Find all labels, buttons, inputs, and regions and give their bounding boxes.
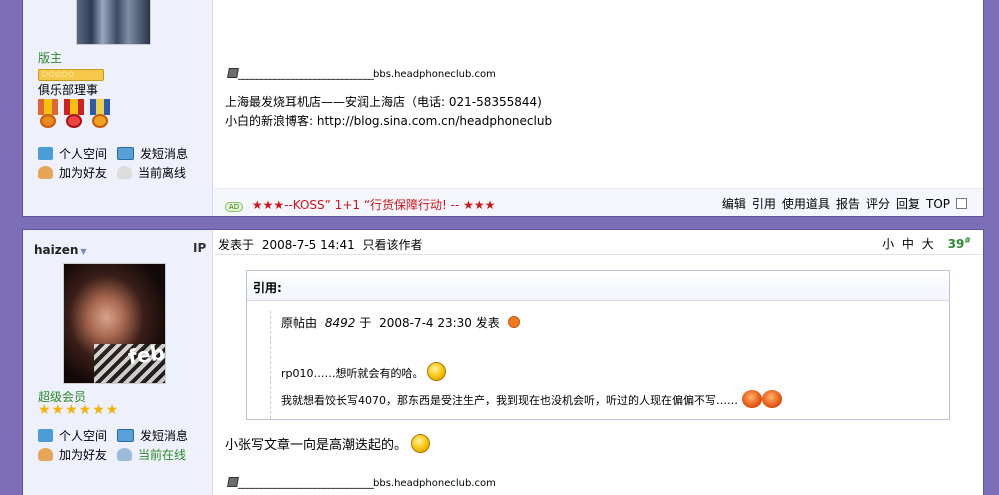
post-1-content: ______________________________bbs.headph… xyxy=(214,0,983,216)
online-user-icon xyxy=(117,448,132,461)
report-button[interactable]: 报告 xyxy=(836,197,860,211)
post-2-author-panel: haizen ▼ IP febr 超级会员 ★★★★★★ 个人空间 发短消息 加为… xyxy=(23,230,213,495)
quote-box: 引用: 原帖由 8492 于 2008-7-4 23:30 发表 rp010……… xyxy=(246,270,950,420)
reply-button[interactable]: 回复 xyxy=(896,197,920,211)
font-medium-button[interactable]: 中 xyxy=(902,237,914,251)
send-message-link[interactable]: 发短消息 xyxy=(117,427,188,444)
quote-body: 原帖由 8492 于 2008-7-4 23:30 发表 rp010……想听就会… xyxy=(270,311,949,419)
quote-origin-user[interactable]: 8492 xyxy=(325,316,356,330)
username[interactable]: haizen ▼ xyxy=(34,243,87,257)
signature-icon xyxy=(227,477,239,487)
font-large-button[interactable]: 大 xyxy=(922,237,934,251)
ad-link[interactable]: AD ★★★--KOSS” 1+1 “行货保障行动! -- ★★★ xyxy=(225,196,495,213)
post-actions: 编辑 引用 使用道具 报告 评分 回复 TOP xyxy=(716,195,967,212)
add-friend-link[interactable]: 加为好友 xyxy=(38,164,107,181)
medal-icon xyxy=(64,99,84,129)
quote-origin: 原帖由 8492 于 2008-7-4 23:30 发表 xyxy=(281,314,520,331)
personal-space-link[interactable]: 个人空间 xyxy=(38,145,107,162)
home-icon xyxy=(38,429,53,442)
quote-line-1: rp010……想听就会有的哈。 xyxy=(281,362,446,381)
online-status: 当前离线 xyxy=(117,164,186,181)
signature-blog: 小白的新浪博客: http://blog.sina.com.cn/headpho… xyxy=(225,114,553,128)
quote-button[interactable]: 引用 xyxy=(752,197,776,211)
online-status: 当前在线 xyxy=(117,446,186,463)
select-checkbox[interactable] xyxy=(956,198,967,209)
ad-tag: AD xyxy=(225,202,243,212)
signature-separator: ______________________________bbs.headph… xyxy=(227,67,496,80)
offline-user-icon xyxy=(117,166,132,179)
quote-title: 引用: xyxy=(247,271,949,301)
message-icon xyxy=(117,147,134,160)
medal-icon xyxy=(90,99,110,129)
post-2-content: 发表于 2008-7-5 14:41 只看该作者 小 中 大 39# 引用: 原… xyxy=(214,230,983,495)
avatar[interactable] xyxy=(76,0,151,45)
signature-separator: ______________________________bbs.headph… xyxy=(227,476,496,489)
personal-space-link[interactable]: 个人空间 xyxy=(38,427,107,444)
signature-icon xyxy=(227,68,239,78)
home-icon xyxy=(38,147,53,160)
edit-button[interactable]: 编辑 xyxy=(722,197,746,211)
top-button[interactable]: TOP xyxy=(926,197,950,211)
star-badge: ✩✩✩✩✩ xyxy=(38,66,104,81)
signature-shop: 上海最发烧耳机店——安润上海店（电话: 021-58355844) xyxy=(225,95,542,109)
user-title: 版主 xyxy=(38,51,63,65)
send-message-link[interactable]: 发短消息 xyxy=(117,145,188,162)
font-size-controls: 小 中 大 39# xyxy=(882,235,971,252)
add-friend-icon xyxy=(38,448,53,461)
post-meta: 发表于 2008-7-5 14:41 只看该作者 xyxy=(218,238,423,252)
add-friend-icon xyxy=(38,166,53,179)
add-friend-link[interactable]: 加为好友 xyxy=(38,446,107,463)
post-time: 2008-7-5 14:41 xyxy=(261,238,355,252)
blog-link[interactable]: http://blog.sina.com.cn/headphoneclub xyxy=(317,114,552,128)
ip-link[interactable]: IP xyxy=(193,241,206,255)
post-header: 发表于 2008-7-5 14:41 只看该作者 小 中 大 39# xyxy=(214,230,983,255)
tongue-smiley-icon xyxy=(427,362,446,381)
post-2: haizen ▼ IP febr 超级会员 ★★★★★★ 个人空间 发短消息 加为… xyxy=(22,229,984,495)
angry-smiley-icon xyxy=(761,390,782,408)
grin-smiley-icon xyxy=(411,434,431,453)
medal-icon xyxy=(38,99,58,129)
rate-button[interactable]: 评分 xyxy=(866,197,890,211)
author-only-link[interactable]: 只看该作者 xyxy=(363,238,423,252)
angry-smiley-icon xyxy=(741,390,762,408)
post-1-author-panel: 版主 ✩✩✩✩✩ 俱乐部理事 个人空间 发短消息 加为好友 当前离线 xyxy=(23,0,213,216)
avatar[interactable]: febr xyxy=(63,263,166,384)
floor-number[interactable]: 39# xyxy=(948,236,971,251)
user-rank: 俱乐部理事 xyxy=(38,83,99,97)
ad-bar: AD ★★★--KOSS” 1+1 “行货保障行动! -- ★★★ 编辑 引用 使用… xyxy=(214,188,983,216)
quote-line-2: 我就想看饺长写4070，那东西是受注生产，我到现在也没机会听，听过的人现在偏偏不… xyxy=(281,390,782,408)
post-1: 版主 ✩✩✩✩✩ 俱乐部理事 个人空间 发短消息 加为好友 当前离线 _____… xyxy=(22,0,984,217)
dropdown-arrow-icon: ▼ xyxy=(80,247,87,256)
user-stars: ★★★★★★ xyxy=(38,402,120,418)
use-item-button[interactable]: 使用道具 xyxy=(782,197,830,211)
goto-post-icon[interactable] xyxy=(507,316,520,328)
message-icon xyxy=(117,429,134,442)
font-small-button[interactable]: 小 xyxy=(882,237,894,251)
reply-text: 小张写文章一向是高潮迭起的。 xyxy=(225,434,431,453)
